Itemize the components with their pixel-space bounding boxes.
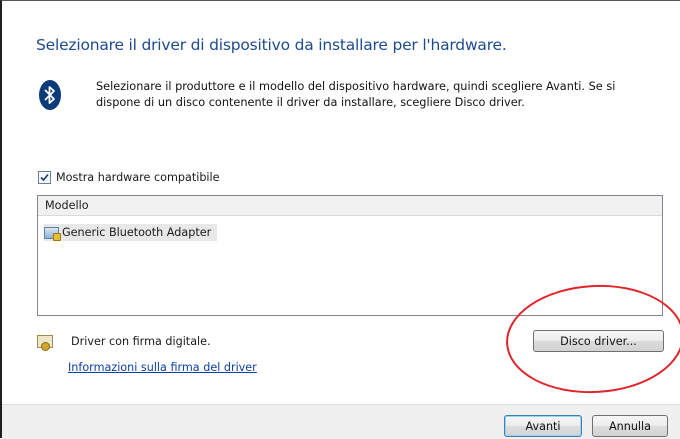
signature-row: Driver con firma digitale. bbox=[37, 335, 211, 351]
checkbox-box[interactable] bbox=[38, 171, 51, 184]
compatible-hardware-checkbox[interactable]: Mostra hardware compatibile bbox=[38, 171, 220, 184]
cancel-button[interactable]: Annulla bbox=[592, 415, 668, 437]
signature-label: Driver con firma digitale. bbox=[71, 335, 211, 348]
column-header-model[interactable]: Modello bbox=[38, 196, 662, 216]
check-icon bbox=[40, 173, 49, 182]
bluetooth-icon bbox=[39, 80, 61, 110]
disk-driver-button[interactable]: Disco driver... bbox=[533, 330, 664, 352]
checkbox-label: Mostra hardware compatibile bbox=[56, 171, 220, 184]
next-button[interactable]: Avanti bbox=[504, 415, 582, 437]
page-title: Selezionare il driver di dispositivo da … bbox=[36, 36, 507, 54]
list-item-label: Generic Bluetooth Adapter bbox=[62, 226, 212, 239]
signature-info-link[interactable]: Informazioni sulla firma del driver bbox=[68, 361, 257, 374]
list-item[interactable]: Generic Bluetooth Adapter bbox=[44, 224, 218, 241]
driver-icon bbox=[44, 226, 61, 241]
description-text: Selezionare il produttore e il modello d… bbox=[96, 80, 616, 109]
certificate-icon bbox=[37, 335, 53, 351]
